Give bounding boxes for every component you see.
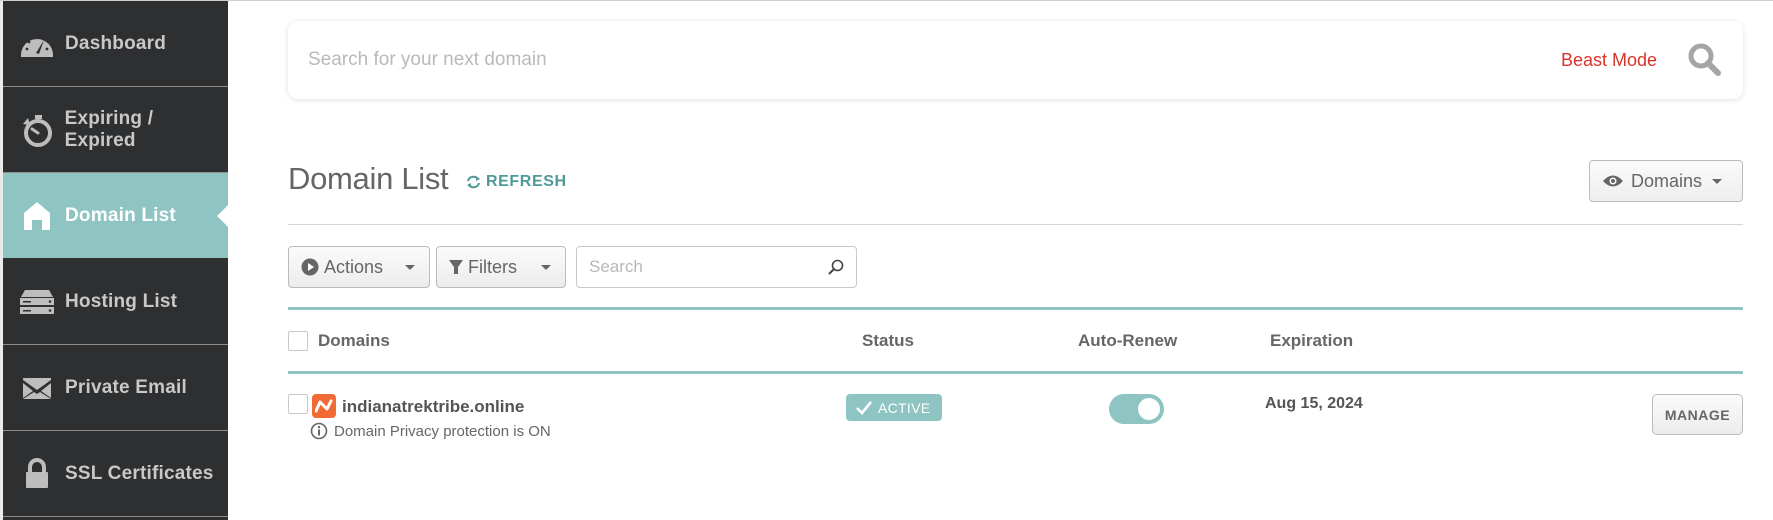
stopwatch-icon xyxy=(19,112,55,148)
domain-list-search xyxy=(576,246,857,288)
refresh-button[interactable]: REFRESH xyxy=(466,173,567,191)
sidebar-item-label: Domain List xyxy=(65,204,176,226)
sidebar-item-ssl-certificates[interactable]: SSL Certificates xyxy=(3,431,228,517)
view-select-label: Domains xyxy=(1631,170,1703,191)
search-icon[interactable] xyxy=(1687,42,1723,78)
select-all-checkbox[interactable] xyxy=(288,331,308,351)
sidebar-item-hosting-list[interactable]: Hosting List xyxy=(3,259,228,345)
domain-list-search-input[interactable] xyxy=(589,257,828,277)
eye-icon xyxy=(1603,175,1623,187)
lock-icon xyxy=(19,456,55,492)
expiration-date: Aug 15, 2024 xyxy=(1265,395,1363,412)
check-icon xyxy=(856,400,872,415)
status-text: ACTIVE xyxy=(878,399,931,416)
auto-renew-toggle[interactable] xyxy=(1109,394,1164,424)
sidebar-item-dashboard[interactable]: Dashboard xyxy=(3,1,228,87)
divider xyxy=(288,224,1743,225)
search-icon[interactable] xyxy=(828,259,844,275)
refresh-label: REFRESH xyxy=(486,173,567,190)
filters-dropdown[interactable]: Filters xyxy=(436,246,566,288)
column-header-auto-renew[interactable]: Auto-Renew xyxy=(1078,331,1177,351)
privacy-note: Domain Privacy protection is ON xyxy=(310,422,551,440)
domain-name-link[interactable]: indianatrektribe.online xyxy=(342,397,524,417)
beast-mode-link[interactable]: Beast Mode xyxy=(1561,50,1657,71)
sidebar-item-label: Private Email xyxy=(65,376,187,398)
dashboard-gauge-icon xyxy=(19,26,55,62)
sidebar-item-label: Expiring / Expired xyxy=(64,107,154,151)
row-checkbox[interactable] xyxy=(288,394,308,414)
sidebar-item-label: SSL Certificates xyxy=(65,462,214,484)
view-select-dropdown[interactable]: Domains xyxy=(1589,160,1743,202)
sidebar-item-label: Dashboard xyxy=(65,32,167,54)
actions-label: Actions xyxy=(324,256,384,277)
chevron-down-icon xyxy=(405,265,415,270)
sidebar-item-private-email[interactable]: Private Email xyxy=(3,345,228,431)
sidebar-item-expiring[interactable]: Expiring / Expired xyxy=(3,87,228,173)
sidebar: Dashboard Expiring / Expired Domain List… xyxy=(0,1,228,520)
filters-label: Filters xyxy=(468,256,517,277)
privacy-note-text: Domain Privacy protection is ON xyxy=(334,422,551,440)
status-badge: ACTIVE xyxy=(846,394,942,421)
actions-dropdown[interactable]: Actions xyxy=(288,246,430,288)
domain-search-bar: Beast Mode xyxy=(288,21,1743,99)
chevron-down-icon xyxy=(1712,178,1723,184)
home-icon xyxy=(19,198,55,234)
sidebar-item-label: Hosting List xyxy=(65,290,178,312)
sidebar-item-domain-list[interactable]: Domain List xyxy=(3,173,228,259)
info-icon xyxy=(310,422,328,440)
filter-icon xyxy=(449,260,463,274)
column-header-status[interactable]: Status xyxy=(862,331,914,351)
chevron-down-icon xyxy=(541,265,551,270)
refresh-icon xyxy=(467,175,480,189)
column-header-domains[interactable]: Domains xyxy=(318,331,390,351)
namecheap-logo-icon xyxy=(312,394,336,418)
manage-button[interactable]: MANAGE xyxy=(1652,394,1743,435)
table-top-border xyxy=(288,307,1743,310)
column-header-expiration[interactable]: Expiration xyxy=(1270,331,1353,351)
page-title: Domain List xyxy=(288,161,449,196)
envelope-icon xyxy=(19,370,55,406)
server-icon xyxy=(19,284,55,320)
play-circle-icon xyxy=(301,258,319,276)
domain-search-input[interactable] xyxy=(308,49,1561,71)
table-header-border xyxy=(288,371,1743,374)
toggle-knob xyxy=(1138,398,1160,420)
